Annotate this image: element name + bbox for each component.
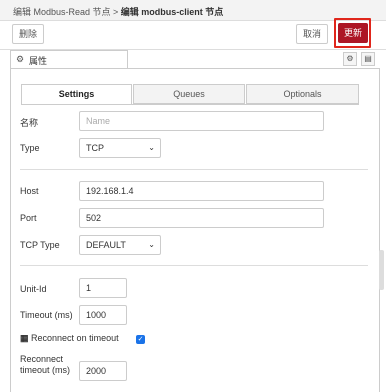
delete-button[interactable]: 删除 xyxy=(12,24,44,44)
type-select[interactable]: TCP ⌄ xyxy=(79,138,161,158)
gear-icon: ⚙ xyxy=(16,54,25,64)
port-field[interactable]: 502 xyxy=(79,208,324,228)
scrollbar[interactable] xyxy=(379,250,384,290)
tab-queues[interactable]: Queues xyxy=(133,84,245,104)
settings-gear-icon[interactable]: ⚙ xyxy=(343,52,357,66)
name-label: 名称 xyxy=(20,118,39,128)
name-field[interactable]: Name xyxy=(79,111,324,131)
reconnect-timeout-field[interactable]: 2000 xyxy=(79,361,127,381)
timeout-field[interactable]: 1000 xyxy=(79,305,127,325)
update-button[interactable]: 更新 xyxy=(338,23,368,43)
cancel-button[interactable]: 取消 xyxy=(296,24,328,44)
reconnect-timeout-label: Reconnect timeout (ms) xyxy=(20,354,70,376)
tcp-type-select[interactable]: DEFAULT ⌄ xyxy=(79,235,161,255)
unit-id-field[interactable]: 1 xyxy=(79,278,127,298)
host-label: Host xyxy=(20,186,39,196)
grid-icon: ▦ xyxy=(20,333,29,343)
section-divider xyxy=(20,169,368,170)
tab-settings[interactable]: Settings xyxy=(21,84,132,105)
host-field[interactable]: 192.168.1.4 xyxy=(79,181,324,201)
reconnect-timeout-label-line1: Reconnect xyxy=(20,354,64,364)
reconnect-on-timeout-checkbox[interactable]: ✓ xyxy=(136,335,145,344)
reconnect-timeout-label-line2: timeout (ms) xyxy=(20,365,71,375)
reconnect-on-timeout-label: ▦ Reconnect on timeout xyxy=(20,333,119,344)
tcp-type-select-value: DEFAULT xyxy=(86,240,126,250)
section-divider xyxy=(20,265,368,266)
timeout-label: Timeout (ms) xyxy=(20,310,73,320)
breadcrumb-current: 编辑 modbus-client 节点 xyxy=(120,7,224,17)
tab-optionals[interactable]: Optionals xyxy=(246,84,359,104)
reconnect-on-timeout-text: Reconnect on timeout xyxy=(31,333,119,343)
unit-id-label: Unit-Id xyxy=(20,284,47,294)
port-label: Port xyxy=(20,213,37,223)
description-icon[interactable]: ▤ xyxy=(361,52,375,66)
tab-properties-label: 属性 xyxy=(29,56,48,66)
chevron-down-icon: ⌄ xyxy=(148,240,155,249)
chevron-down-icon: ⌄ xyxy=(148,143,155,152)
breadcrumb-text: 编辑 Modbus-Read 节点 > 编辑 modbus-client 节点 xyxy=(13,5,223,18)
breadcrumb: 编辑 Modbus-Read 节点 > 编辑 modbus-client 节点 xyxy=(0,0,386,21)
tab-properties[interactable]: ⚙ 属性 xyxy=(10,50,128,68)
type-select-value: TCP xyxy=(86,143,104,153)
tcp-type-label: TCP Type xyxy=(20,240,60,250)
type-label: Type xyxy=(20,143,40,153)
breadcrumb-parent[interactable]: 编辑 Modbus-Read 节点 > xyxy=(13,7,121,17)
subtab-divider xyxy=(21,104,359,105)
